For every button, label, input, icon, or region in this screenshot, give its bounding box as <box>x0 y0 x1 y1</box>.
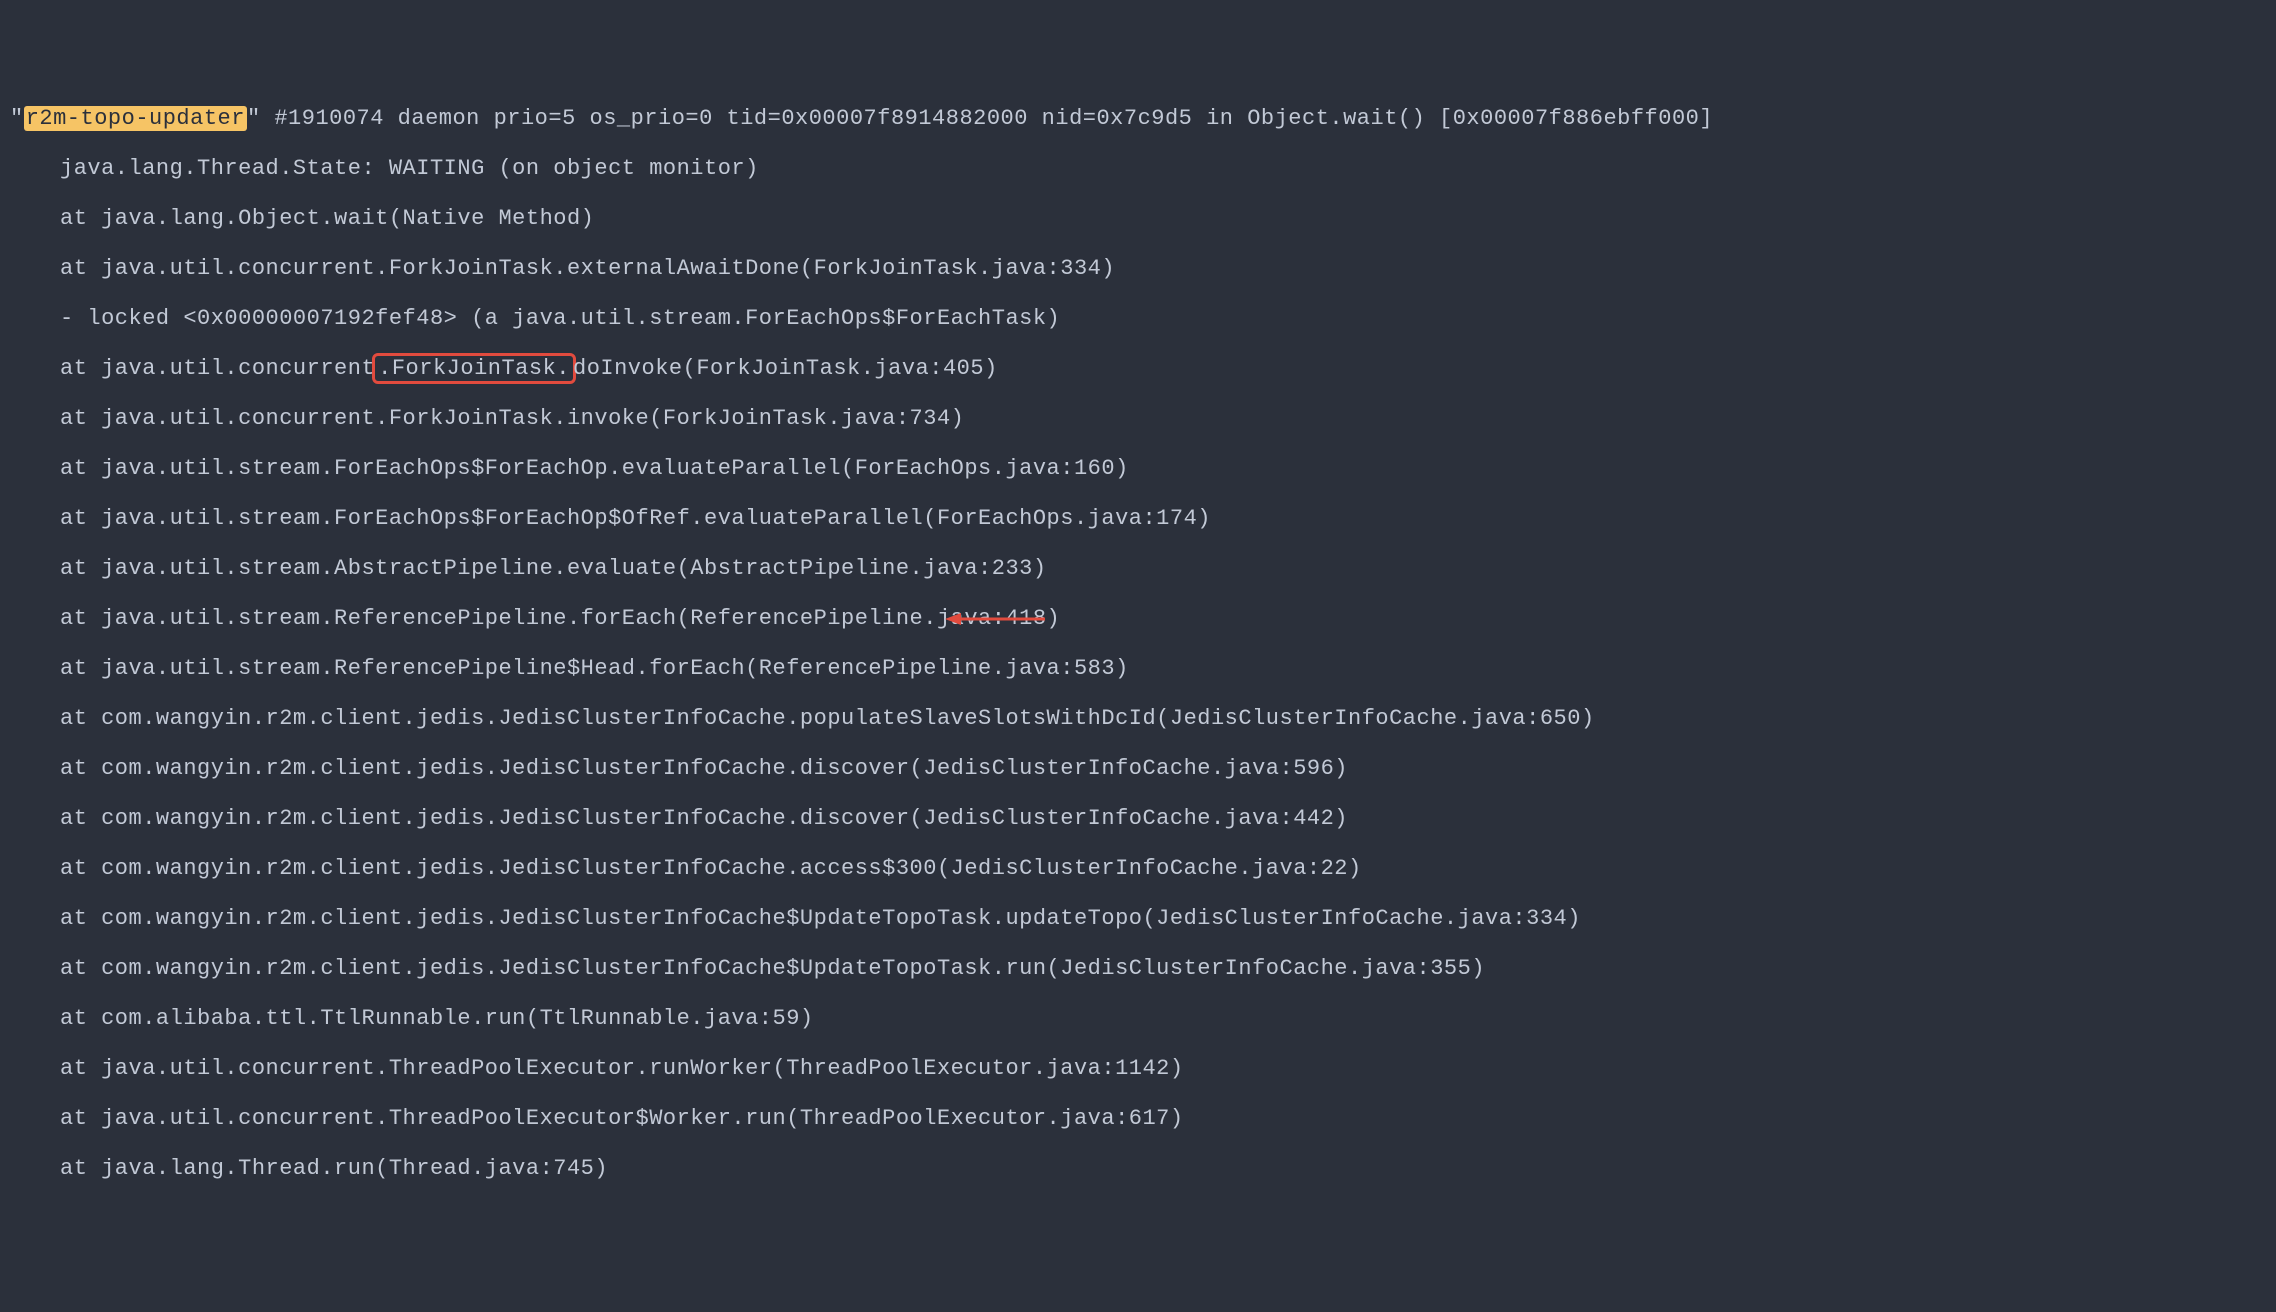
stack-frame: at java.lang.Object.wait(Native Method) <box>10 206 2266 231</box>
stack-frame-prefix: at java.util.concurrent <box>60 356 375 381</box>
stack-frame-boxed: at java.util.concurrent.ForkJoinTask.doI… <box>10 356 2266 381</box>
stack-frame: at com.wangyin.r2m.client.jedis.JedisClu… <box>10 806 2266 831</box>
stack-frame: at java.util.concurrent.ThreadPoolExecut… <box>10 1056 2266 1081</box>
thread-state-line: java.lang.Thread.State: WAITING (on obje… <box>10 156 2266 181</box>
stack-frame: at com.wangyin.r2m.client.jedis.JedisClu… <box>10 906 2266 931</box>
stack-frame-suffix: doInvoke(ForkJoinTask.java:405) <box>573 356 998 381</box>
stack-frame: at java.util.concurrent.ForkJoinTask.inv… <box>10 406 2266 431</box>
stack-frame-text: at java.util.stream.ReferencePipeline.fo… <box>60 606 1060 631</box>
highlight-box-forkjointask: .ForkJoinTask. <box>372 353 576 384</box>
stack-frame: at com.wangyin.r2m.client.jedis.JedisClu… <box>10 956 2266 981</box>
stack-frame: at com.wangyin.r2m.client.jedis.JedisClu… <box>10 706 2266 731</box>
stack-frame-locked: - locked <0x00000007192fef48> (a java.ut… <box>10 306 2266 331</box>
stack-frame: at java.util.concurrent.ForkJoinTask.ext… <box>10 256 2266 281</box>
stack-frame: at java.util.stream.AbstractPipeline.eva… <box>10 556 2266 581</box>
thread-name-highlight: r2m-topo-updater <box>24 106 247 131</box>
stack-frame: at java.util.stream.ForEachOps$ForEachOp… <box>10 506 2266 531</box>
stack-frame: at java.util.stream.ForEachOps$ForEachOp… <box>10 456 2266 481</box>
thread-header-rest: " #1910074 daemon prio=5 os_prio=0 tid=0… <box>247 106 1713 131</box>
stack-frame-arrow: at java.util.stream.ReferencePipeline.fo… <box>10 606 2266 631</box>
stack-frame: at java.util.stream.ReferencePipeline$He… <box>10 656 2266 681</box>
quote-open: " <box>10 106 24 131</box>
stack-frame: at java.util.concurrent.ThreadPoolExecut… <box>10 1106 2266 1131</box>
thread-header-line: "r2m-topo-updater" #1910074 daemon prio=… <box>10 106 2266 131</box>
stack-frame: at com.wangyin.r2m.client.jedis.JedisClu… <box>10 856 2266 881</box>
stack-frame: at com.wangyin.r2m.client.jedis.JedisClu… <box>10 756 2266 781</box>
stack-frame: at java.lang.Thread.run(Thread.java:745) <box>10 1156 2266 1181</box>
stack-frame: at com.alibaba.ttl.TtlRunnable.run(TtlRu… <box>10 1006 2266 1031</box>
